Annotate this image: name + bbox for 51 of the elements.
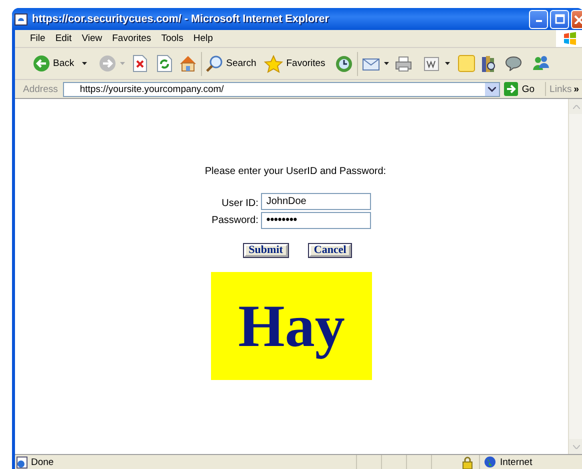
back-button[interactable]: Back (33, 50, 78, 76)
dropdown-button[interactable] (484, 82, 499, 96)
user-id-field[interactable]: JohnDoe (261, 193, 372, 210)
browser-icon (14, 12, 28, 26)
window-title: https://cor.securitycues.com/ - Microsoft Internet Explorer (32, 13, 330, 25)
caret-icon[interactable] (445, 62, 450, 65)
refresh-icon[interactable] (157, 55, 172, 72)
search-icon (206, 55, 224, 72)
menu-item[interactable]: Tools (156, 33, 188, 44)
windows-flag-icon (556, 30, 582, 47)
close-button[interactable] (571, 10, 582, 28)
stop-icon[interactable] (133, 55, 148, 72)
more-button[interactable]: » (574, 84, 580, 94)
document-icon[interactable] (424, 56, 440, 70)
zone-text: Internet (500, 456, 532, 468)
home-icon[interactable] (179, 55, 198, 72)
password-field[interactable]: •••••••• (261, 212, 372, 229)
maximize-icon (554, 14, 564, 24)
menu-item[interactable]: File (25, 33, 50, 44)
globe-icon (484, 456, 496, 468)
chevron-icon (488, 86, 496, 92)
caret-icon[interactable] (384, 62, 390, 65)
close-icon (574, 14, 582, 24)
page-icon (15, 456, 28, 468)
history-icon[interactable] (335, 54, 354, 72)
printer-icon[interactable] (395, 56, 412, 72)
address-label: Address (23, 84, 58, 94)
search-button[interactable]: Search (206, 50, 260, 76)
address-field[interactable]: https://yoursite.yourcompany.com/ (62, 82, 500, 96)
field-label: User ID: (220, 196, 258, 208)
minimize-button[interactable] (529, 10, 548, 28)
people-icon[interactable] (532, 55, 550, 72)
speech-bubble-icon[interactable] (505, 56, 522, 71)
go-button[interactable]: Go (504, 82, 535, 96)
books-icon[interactable] (481, 54, 496, 72)
status-text: Done (31, 456, 55, 468)
menu-item[interactable]: Favorites (107, 33, 156, 44)
mail-icon[interactable] (362, 56, 380, 71)
form-button[interactable]: Submit (244, 244, 288, 257)
menu-item[interactable]: Help (188, 33, 218, 44)
caret-icon[interactable] (82, 62, 88, 65)
menu-item[interactable]: View (76, 33, 108, 44)
login-prompt: Please enter your UserID and Password: (204, 166, 386, 177)
field-label: Password: (212, 215, 258, 226)
form-button[interactable]: Cancel (308, 244, 352, 257)
menu-item[interactable]: Edit (50, 33, 77, 44)
favorites-button[interactable]: Favorites (264, 50, 330, 76)
lock-icon (462, 456, 473, 468)
maximize-button[interactable] (550, 10, 569, 28)
banner-text: Hay (238, 292, 345, 360)
star-icon (264, 54, 284, 72)
